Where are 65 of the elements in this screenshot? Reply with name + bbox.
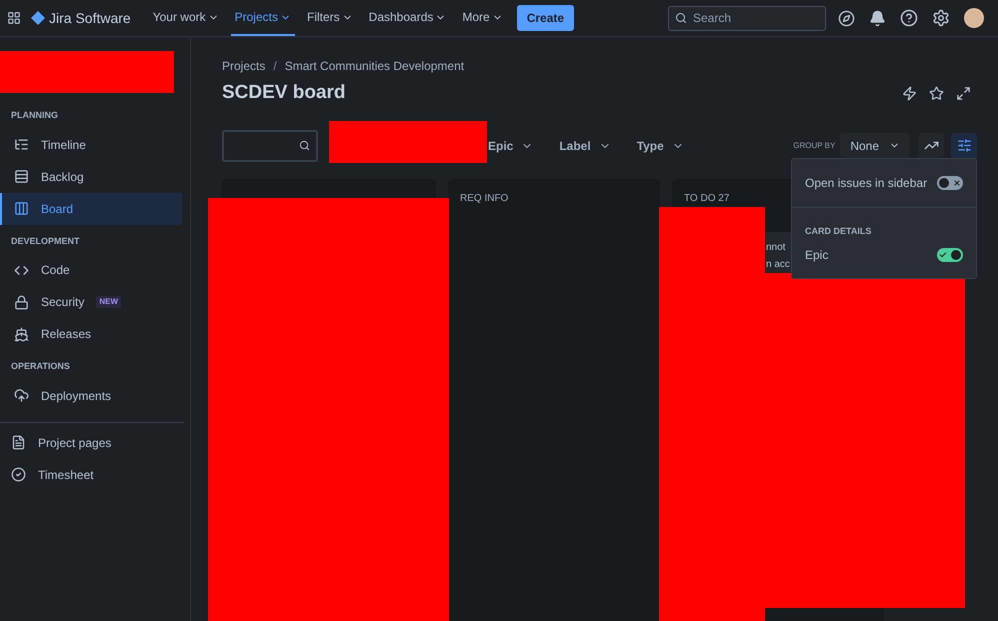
card-text: nnot [766,240,786,254]
sidebar-item[interactable]: Timeline [0,128,182,160]
filter-dropdown[interactable]: Type [636,136,684,154]
board-search-field[interactable] [222,130,318,162]
board-icon [14,201,29,216]
card-text: n acc [766,258,790,272]
filter-dropdown[interactable]: Epic [488,136,534,154]
group-by-label: GROUP BY [793,140,836,152]
breadcrumb-link[interactable]: Projects [222,57,266,75]
create-button[interactable]: Create [516,5,574,31]
search-field[interactable]: Search [668,6,826,30]
check-icon [939,250,947,258]
bell-icon[interactable] [869,10,886,26]
board-title: SCDEV board [222,81,346,105]
expand-icon[interactable] [956,86,971,101]
apps-grid-icon[interactable] [7,11,21,25]
toggle-switch[interactable] [937,176,963,190]
sidebar-item[interactable]: Security NEW [0,286,182,318]
search-icon [299,140,310,151]
column-title: REQ INFO [460,192,508,206]
sidebar-item[interactable]: Code [0,254,182,286]
check-circle-icon [11,467,26,482]
insights-button[interactable] [918,132,944,158]
toggle-label: Open issues in sidebar [805,175,928,192]
nav-menu-item[interactable]: More [458,0,507,36]
product-name[interactable]: Jira Software [49,8,131,28]
sidebar-item[interactable]: Timesheet [0,458,184,490]
avatar[interactable] [964,8,984,28]
diamond-logo-icon[interactable] [31,11,45,25]
settings-icon[interactable] [932,9,950,27]
ship-icon [14,326,29,342]
sidebar-item[interactable]: Deployments [0,380,182,412]
group-by-dropdown[interactable]: None [840,132,910,158]
breadcrumb-link[interactable]: Smart Communities Development [284,57,464,75]
cloud-upload-icon [14,388,29,403]
sidebar-item[interactable]: Board [0,192,182,224]
nav-menu-item[interactable]: Projects [230,0,295,36]
sidebar-item[interactable]: Backlog [0,160,182,192]
new-tag: NEW [96,296,122,308]
toggle-label: Epic [805,246,828,264]
section-heading: OPERATIONS [10,360,71,373]
toggle-switch[interactable] [937,248,963,262]
nav-menu-item[interactable]: Your work [148,0,223,36]
filter-dropdown[interactable]: Label [559,136,611,154]
compass-icon[interactable] [838,10,855,26]
timeline-icon [14,137,29,152]
close-icon [953,179,961,187]
sliders-icon [956,138,972,153]
column-title: TO DO 27 [684,192,730,206]
backlog-icon [14,169,29,184]
nav-menu-item[interactable]: Dashboards [364,0,450,36]
view-settings-button[interactable] [951,132,977,158]
sidebar-item[interactable]: Releases [0,318,182,350]
section-heading: PLANNING [10,109,59,122]
page-icon [11,435,26,450]
sidebar-item[interactable]: Project pages [0,426,184,458]
lock-icon [14,294,29,310]
section-heading: DEVELOPMENT [10,234,81,248]
popover-section-heading: CARD DETAILS [804,225,872,238]
help-icon[interactable] [900,9,918,27]
star-icon[interactable] [929,86,944,101]
breadcrumb-separator: / [273,58,277,75]
nav-menu-item[interactable]: Filters [302,0,357,36]
search-icon [675,12,687,24]
lightning-icon[interactable] [902,86,917,101]
